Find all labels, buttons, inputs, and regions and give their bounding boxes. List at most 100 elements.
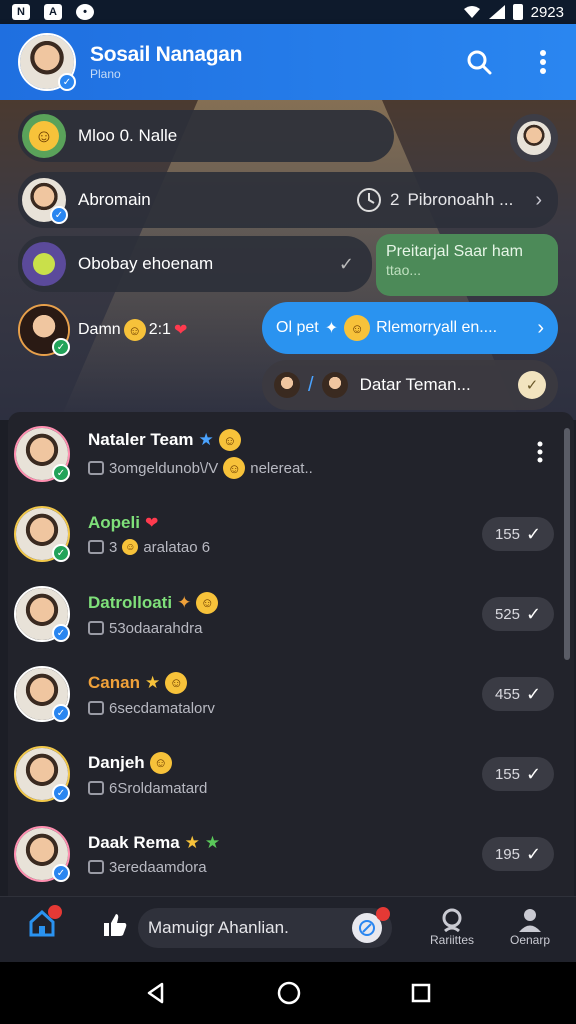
gamepad-icon — [88, 461, 104, 475]
count-badge[interactable]: 525 ✓ — [482, 597, 554, 631]
nav-rariittes[interactable]: Rariittes — [430, 907, 474, 947]
friend-name: Danjeh ☺ — [88, 751, 207, 774]
chat-message[interactable]: / Datar Teman... ✓ — [262, 360, 558, 410]
sparkle-icon: ✦ — [324, 320, 339, 337]
nav-label: Oenarp — [510, 933, 551, 947]
smile-emoji-icon: ☺ — [149, 751, 172, 774]
smile-emoji-icon: ☺ — [223, 457, 246, 479]
notification-badge — [376, 907, 390, 921]
gamepad-icon — [88, 621, 104, 635]
home-circle-icon[interactable] — [276, 980, 302, 1006]
send-button[interactable] — [352, 907, 390, 943]
star-icon: ★ — [204, 832, 221, 852]
contact-avatar — [22, 242, 66, 286]
chat-message[interactable]: Obobay ehoenam ✓ — [18, 236, 372, 292]
friend-name: Daak Rema ★ ★ — [88, 832, 221, 852]
nav-oenarp[interactable]: Oenarp — [510, 907, 550, 947]
list-item[interactable]: ✓ Canan ★ ☺ 6secdamatalorv 455 ✓ — [14, 654, 554, 734]
gamepad-icon — [88, 701, 104, 715]
chat-message[interactable]: ✓ Damn ☺ 2:1 ❤ — [18, 304, 187, 356]
friend-status: 6Sroldamatard — [88, 780, 207, 797]
list-item[interactable]: ✓ Aopeli ❤ 3 ☺ aralatao 6 155 ✓ — [14, 494, 554, 574]
like-button[interactable] — [102, 913, 128, 937]
check-icon: ✓ — [518, 371, 546, 399]
person-icon — [519, 909, 542, 932]
battery-icon — [512, 4, 523, 20]
scrollbar[interactable] — [564, 428, 570, 660]
sent-bubble[interactable]: Ol pet ✦ ☺ Rlemorryall en.... › — [262, 302, 558, 354]
message-composer[interactable]: Mamuigr Ahanlian. — [138, 907, 392, 948]
chat-message[interactable]: ✓ Abromain 2 Pibronoahh ... › — [18, 172, 558, 228]
friend-status: 3eredaamdora — [88, 859, 220, 876]
message-text: Obobay ehoenam — [78, 254, 214, 273]
gamepad-icon — [88, 860, 104, 874]
wifi-icon — [463, 6, 480, 18]
list-item[interactable]: ✓ Danjeh ☺ 6Sroldamatard 155 ✓ — [14, 734, 554, 814]
gamepad-icon — [88, 781, 104, 795]
smile-emoji-icon: ☺ — [196, 591, 219, 614]
nav-label: Rariittes — [430, 933, 475, 947]
count-badge[interactable]: 155 ✓ — [482, 757, 554, 791]
list-item[interactable]: ✓ Nataler Team ★ ☺ 3omgeldunob\/V ☺ nelereat… — [14, 414, 554, 494]
list-item[interactable]: ✓ Daak Rema ★ ★ 3eredaamdora 195 ✓ — [14, 814, 554, 894]
check-icon: ✓ — [525, 523, 542, 544]
page-subtitle: Plano — [90, 67, 121, 81]
contact-avatar — [321, 372, 348, 398]
check-icon: ✓ — [525, 843, 542, 864]
message-count: 2:1 — [148, 321, 171, 338]
count-badge[interactable]: 155 ✓ — [482, 517, 554, 551]
contact-avatar: ✓ — [14, 826, 70, 882]
contact-avatar — [274, 372, 300, 398]
verified-icon: ✓ — [52, 624, 70, 642]
message-number: 2 — [390, 190, 400, 209]
contact-avatar[interactable] — [510, 114, 558, 162]
friend-name: Datrolloati ✦ ☺ — [88, 591, 219, 614]
notification-icon: A — [44, 4, 62, 20]
search-icon — [467, 50, 492, 75]
status-bar: N A • 2923 — [0, 0, 576, 24]
star-icon: ★ — [198, 430, 214, 449]
chat-message[interactable]: ☺ Mloo 0. Nalle — [18, 110, 394, 162]
friend-name: Aopeli ❤ — [88, 512, 159, 532]
heart-icon: ❤ — [144, 514, 159, 532]
check-icon: ✓ — [525, 603, 542, 624]
app-bar: ✓ Sosail Nanagan Plano — [0, 24, 576, 100]
friend-name: Nataler Team ★ ☺ — [88, 429, 313, 451]
page-title: Sosail Nanagan — [90, 43, 243, 66]
verified-icon: ✓ — [52, 544, 70, 562]
verified-icon: ✓ — [58, 73, 76, 91]
app-screen: N A • 2923 ✓ Sosail Nanagan Plano ☺ Mloo… — [0, 0, 576, 1024]
header-titles: Sosail Nanagan Plano — [90, 43, 242, 81]
search-button[interactable] — [464, 47, 494, 77]
bubble-text: Preitarjal Saar ham — [386, 243, 523, 260]
back-icon[interactable] — [144, 981, 168, 1005]
sparkle-icon: ✦ — [177, 592, 192, 612]
check-icon: ✓ — [525, 763, 542, 784]
bubble-text: Ol pet — [276, 319, 319, 336]
bubble-subtext: ttao... — [386, 262, 422, 278]
received-bubble[interactable]: Preitarjal Saar ham ttao... — [376, 234, 558, 296]
friend-status: 6secdamatalorv — [88, 700, 215, 717]
verified-icon: ✓ — [52, 338, 70, 356]
nav-home[interactable] — [28, 905, 62, 937]
contact-avatar: ✓ — [14, 666, 70, 722]
message-text: Datar Teman... — [359, 375, 471, 394]
count-badge[interactable]: 455 ✓ — [482, 677, 554, 711]
list-item[interactable]: ✓ Datrolloati ✦ ☺ 53odaarahdra 525 ✓ — [14, 574, 554, 654]
friend-status: 3 ☺ aralatao 6 — [88, 539, 210, 556]
count-badge[interactable]: 195 ✓ — [482, 837, 554, 871]
status-left-icons: N A • — [12, 4, 94, 20]
message-preview: 2 Pibronoahh ... — [356, 187, 513, 213]
thumbs-up-icon — [104, 914, 127, 936]
notification-badge — [48, 905, 62, 919]
contact-avatar: ✓ — [14, 426, 70, 482]
friend-status: 53odaarahdra — [88, 620, 218, 637]
recents-icon[interactable] — [410, 982, 432, 1004]
smile-emoji-icon: ☺ — [123, 319, 146, 341]
more-options-button[interactable] — [528, 47, 558, 77]
profile-avatar[interactable]: ✓ — [18, 33, 76, 91]
star-icon: ★ — [184, 832, 200, 852]
slash-icon: / — [308, 373, 314, 396]
smile-emoji-icon: ☺ — [122, 539, 139, 555]
more-options-button[interactable] — [536, 441, 544, 468]
